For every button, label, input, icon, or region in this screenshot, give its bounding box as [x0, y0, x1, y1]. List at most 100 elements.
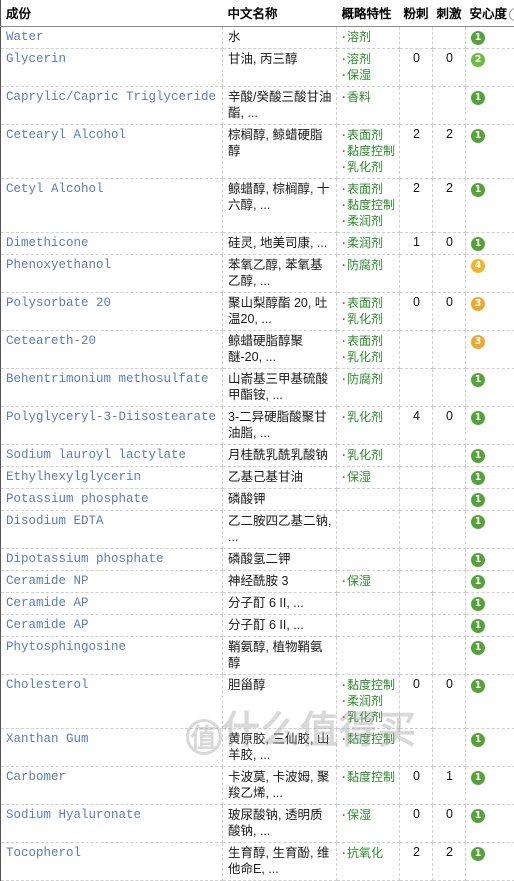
cell-irritation-score — [433, 27, 466, 49]
table-row[interactable]: Sodium Hyaluronate玻尿酸钠, 透明质酸钠, ...保湿001 — [1, 805, 514, 843]
chinese-name-text: 黄原胶, 三仙胶, 山羊胶, ... — [228, 731, 332, 763]
ingredient-link[interactable]: Cholesterol — [6, 677, 218, 693]
cell-properties: 乳化剂 — [337, 445, 400, 467]
ingredient-link[interactable]: Cetearyl Alcohol — [6, 127, 218, 143]
ingredient-link[interactable]: Ceramide AP — [6, 617, 218, 633]
property-tag[interactable]: 保湿 — [342, 469, 395, 485]
property-tag[interactable]: 保湿 — [342, 67, 395, 83]
table-row[interactable]: Ceteareth-20鲸蜡硬脂醇聚醚-20, ...表面剂乳化剂3 — [1, 331, 514, 369]
property-tag[interactable]: 抗氧化 — [342, 845, 395, 861]
ingredient-link[interactable]: Carbomer — [6, 769, 218, 785]
chinese-name-text: 神经酰胺 3 — [228, 573, 332, 589]
property-tag[interactable]: 表面剂 — [342, 295, 395, 311]
property-tag[interactable]: 黏度控制 — [342, 731, 395, 747]
ingredient-link[interactable]: Phenoxyethanol — [6, 257, 218, 273]
cell-chinese-name: 卡波莫, 卡波姆, 聚羧乙烯, ... — [223, 767, 337, 805]
property-tag[interactable]: 表面剂 — [342, 181, 395, 197]
table-row[interactable]: Ceramide AP分子酊 6 II, ...1 — [1, 593, 514, 615]
table-row[interactable]: Cholesterol胆甾醇黏度控制柔润剂乳化剂001 — [1, 675, 514, 729]
table-row[interactable]: Cetearyl Alcohol棕榈醇, 鲸蜡硬脂醇表面剂黏度控制乳化剂221 — [1, 125, 514, 179]
ingredient-link[interactable]: Ethylhexylglycerin — [6, 469, 218, 485]
table-row[interactable]: Phytosphingosine鞘氨醇, 植物鞘氨醇1 — [1, 637, 514, 675]
cell-irritation-score: 0 — [433, 407, 466, 445]
ingredient-link[interactable]: Tocopherol — [6, 845, 218, 861]
cell-ingredient-name: Phytosphingosine — [1, 637, 223, 675]
ingredient-link[interactable]: Potassium phosphate — [6, 491, 218, 507]
cell-safety-score: 1 — [466, 407, 514, 445]
property-tag[interactable]: 乳化剂 — [342, 159, 395, 175]
ingredient-link[interactable]: Ceramide AP — [6, 595, 218, 611]
ingredient-link[interactable]: Caprylic/Capric Triglyceride — [6, 89, 218, 105]
ingredient-link[interactable]: Glycerin — [6, 51, 218, 67]
table-row[interactable]: Polyglyceryl-3-Diisostearate3-二异硬脂酸聚甘油脂,… — [1, 407, 514, 445]
ingredient-link[interactable]: Phytosphingosine — [6, 639, 218, 655]
table-row[interactable]: Ceramide NP神经酰胺 3保湿1 — [1, 571, 514, 593]
column-header-irritation[interactable]: 刺激 — [433, 0, 466, 27]
property-tag[interactable]: 黏度控制 — [342, 677, 395, 693]
property-tag[interactable]: 黏度控制 — [342, 769, 395, 785]
ingredient-link[interactable]: Ceramide NP — [6, 573, 218, 589]
property-tag[interactable]: 保湿 — [342, 807, 395, 823]
cell-acne-score: 0 — [400, 293, 433, 331]
help-icon[interactable]: ? — [509, 8, 514, 21]
property-tag[interactable]: 防腐剂 — [342, 257, 395, 273]
property-tag[interactable]: 乳化剂 — [342, 447, 395, 463]
property-tag[interactable]: 黏度控制 — [342, 143, 395, 159]
property-tag[interactable]: 乳化剂 — [342, 409, 395, 425]
property-tag[interactable]: 溶剂 — [342, 51, 395, 67]
cell-irritation-score — [433, 467, 466, 489]
property-tag[interactable]: 柔润剂 — [342, 213, 395, 229]
table-row[interactable]: Potassium phosphate磷酸钾1 — [1, 489, 514, 511]
property-tag[interactable]: 保湿 — [342, 573, 395, 589]
property-tag[interactable]: 柔润剂 — [342, 235, 395, 251]
property-tag[interactable]: 表面剂 — [342, 127, 395, 143]
ingredient-link[interactable]: Polyglyceryl-3-Diisostearate — [6, 409, 218, 425]
property-tag[interactable]: 柔润剂 — [342, 693, 395, 709]
column-header-ingredient[interactable]: 成份 — [1, 0, 223, 27]
table-row[interactable]: Polysorbate 20聚山梨醇酯 20, 吐温20, ...表面剂乳化剂0… — [1, 293, 514, 331]
column-header-safety[interactable]: 安心度? — [466, 0, 514, 27]
column-header-acne[interactable]: 粉刺 — [400, 0, 433, 27]
property-tag[interactable]: 乳化剂 — [342, 709, 395, 725]
property-tag[interactable]: 乳化剂 — [342, 311, 395, 327]
ingredient-link[interactable]: Xanthan Gum — [6, 731, 218, 747]
table-row[interactable]: Ceramide AP分子酊 6 II, ...1 — [1, 615, 514, 637]
property-tag[interactable]: 溶剂 — [342, 29, 395, 45]
chinese-name-text: 乙二胺四乙基二钠, ... — [228, 513, 332, 545]
table-row[interactable]: Dipotassium phosphate磷酸氢二钾1 — [1, 549, 514, 571]
ingredient-link[interactable]: Dimethicone — [6, 235, 218, 251]
property-tag[interactable]: 香料 — [342, 89, 395, 105]
column-header-chinese-name[interactable]: 中文名称 — [223, 0, 337, 27]
table-row[interactable]: Caprylic/Capric Triglyceride辛酸/癸酸三酸甘油酯, … — [1, 87, 514, 125]
column-header-properties[interactable]: 概略特性 — [337, 0, 400, 27]
ingredient-link[interactable]: Dipotassium phosphate — [6, 551, 218, 567]
cell-ingredient-name: Polyglyceryl-3-Diisostearate — [1, 407, 223, 445]
property-tag[interactable]: 乳化剂 — [342, 349, 395, 365]
table-row[interactable]: Dimethicone硅灵, 地美司康, ...柔润剂101 — [1, 233, 514, 255]
table-row[interactable]: Water水溶剂1 — [1, 27, 514, 49]
table-row[interactable]: Tocopherol生育醇, 生育酚, 维他命E, ...抗氧化221 — [1, 843, 514, 881]
table-row[interactable]: Sodium lauroyl lactylate月桂酰乳酰乳酸钠乳化剂1 — [1, 445, 514, 467]
property-tag[interactable]: 表面剂 — [342, 333, 395, 349]
table-row[interactable]: Glycerin甘油, 丙三醇溶剂保湿002 — [1, 49, 514, 87]
cell-irritation-score: 2 — [433, 125, 466, 179]
ingredient-link[interactable]: Ceteareth-20 — [6, 333, 218, 349]
table-row[interactable]: Disodium EDTA乙二胺四乙基二钠, ...1 — [1, 511, 514, 549]
table-row[interactable]: Phenoxyethanol苯氧乙醇, 苯氧基乙醇, ...防腐剂4 — [1, 255, 514, 293]
property-tag[interactable]: 黏度控制 — [342, 197, 395, 213]
table-row[interactable]: Carbomer卡波莫, 卡波姆, 聚羧乙烯, ...黏度控制011 — [1, 767, 514, 805]
chinese-name-text: 分子酊 6 II, ... — [228, 595, 332, 611]
ingredient-link[interactable]: Cetyl Alcohol — [6, 181, 218, 197]
table-row[interactable]: Behentrimonium methosulfate山嵛基三甲基硫酸甲酯铵, … — [1, 369, 514, 407]
ingredient-link[interactable]: Water — [6, 29, 218, 45]
ingredient-link[interactable]: Polysorbate 20 — [6, 295, 218, 311]
chinese-name-text: 磷酸钾 — [228, 491, 332, 507]
ingredient-link[interactable]: Behentrimonium methosulfate — [6, 371, 218, 387]
property-tag[interactable]: 防腐剂 — [342, 371, 395, 387]
ingredient-link[interactable]: Sodium Hyaluronate — [6, 807, 218, 823]
ingredient-link[interactable]: Sodium lauroyl lactylate — [6, 447, 218, 463]
cell-acne-score: 0 — [400, 49, 433, 87]
table-row[interactable]: Cetyl Alcohol鲸蜡醇, 棕榈醇, 十六醇, ...表面剂黏度控制柔润… — [1, 179, 514, 233]
ingredient-link[interactable]: Disodium EDTA — [6, 513, 218, 529]
table-row[interactable]: Ethylhexylglycerin乙基己基甘油保湿1 — [1, 467, 514, 489]
